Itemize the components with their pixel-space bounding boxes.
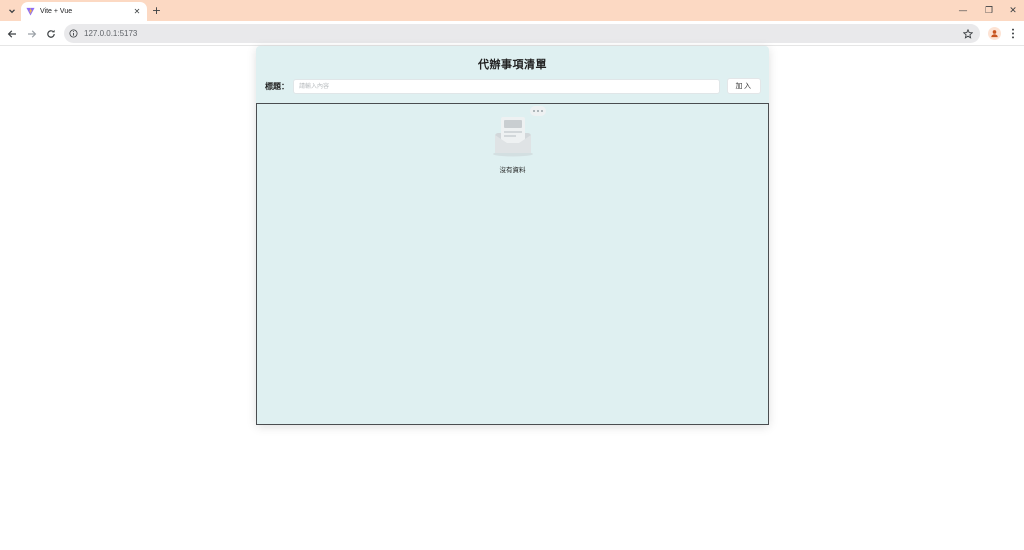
browser-toolbar: 127.0.0.1:5173 — [0, 21, 1024, 46]
browser-tabstrip: Vite + Vue ✕ + — ❐ ✕ — [0, 0, 1024, 21]
new-tab-button[interactable]: + — [150, 4, 163, 17]
title-label: 標題： — [265, 82, 289, 91]
site-info-icon[interactable] — [68, 28, 79, 39]
vite-favicon-icon — [26, 7, 35, 16]
page-title: 代辦事項清單 — [478, 58, 547, 71]
close-window-button[interactable]: ✕ — [1005, 3, 1021, 18]
empty-inbox-icon — [493, 106, 546, 157]
url-text: 127.0.0.1:5173 — [84, 29, 138, 38]
empty-state-text: 沒有資料 — [499, 166, 526, 174]
title-input[interactable] — [293, 79, 720, 94]
reload-icon[interactable] — [43, 26, 58, 41]
address-bar[interactable]: 127.0.0.1:5173 — [64, 24, 980, 43]
todo-app-card: 代辦事項清單 標題： 加入 沒有資料 — [256, 46, 769, 425]
tab-close-icon[interactable]: ✕ — [131, 6, 143, 18]
tab-search-icon[interactable] — [4, 3, 19, 18]
minimize-button[interactable]: — — [955, 3, 971, 18]
restore-button[interactable]: ❐ — [981, 3, 997, 18]
browser-tab[interactable]: Vite + Vue ✕ — [21, 2, 147, 21]
profile-icon[interactable] — [988, 27, 1001, 40]
back-icon[interactable] — [4, 26, 19, 41]
forward-icon[interactable] — [24, 26, 39, 41]
tab-title: Vite + Vue — [40, 8, 73, 15]
todo-list: 沒有資料 — [256, 103, 769, 425]
kebab-menu-icon[interactable] — [1007, 27, 1019, 40]
bookmark-star-icon[interactable] — [962, 28, 974, 40]
add-button[interactable]: 加入 — [727, 78, 761, 94]
